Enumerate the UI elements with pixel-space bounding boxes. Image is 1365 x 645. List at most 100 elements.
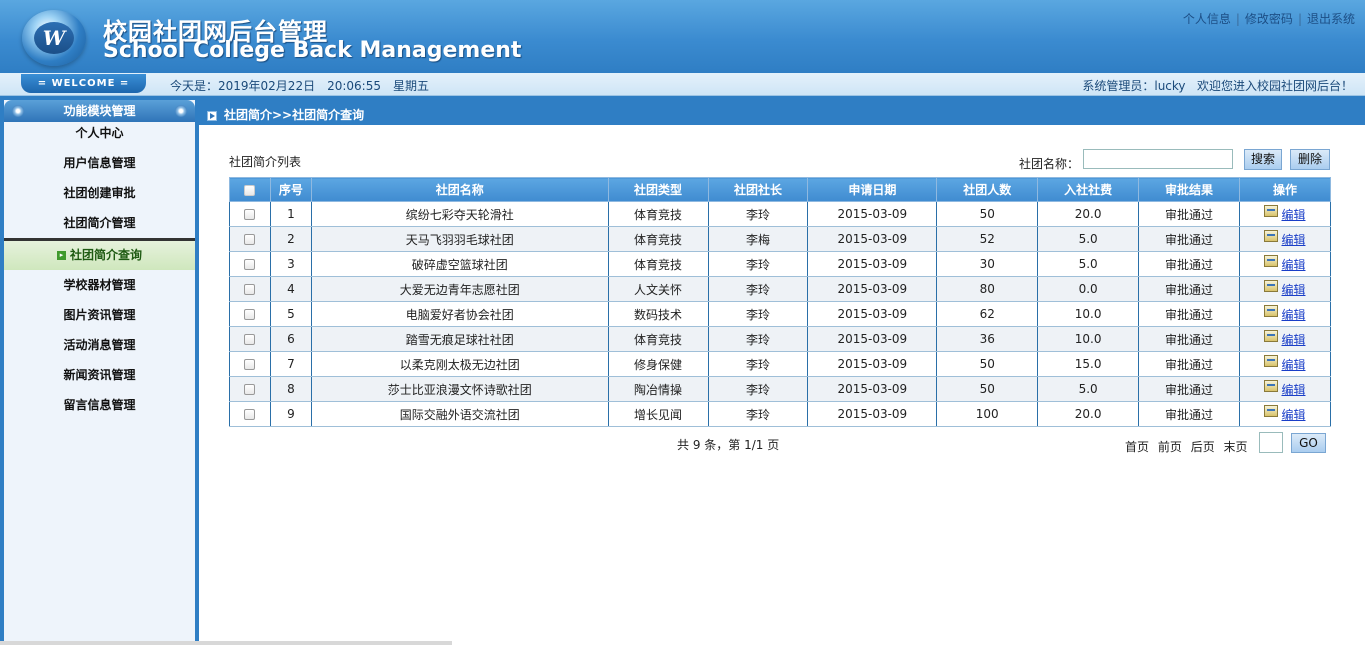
prev-page-link[interactable]: 前页 — [1158, 440, 1182, 454]
column-header: 社团社长 — [707, 177, 809, 202]
edit-icon[interactable] — [1264, 304, 1279, 317]
table-row[interactable]: 7 以柔克刚太极无边社团 修身保健 李玲 2015-03-09 50 15.0 审批通过 编辑 — [229, 351, 1332, 377]
next-page-link[interactable]: 后页 — [1191, 440, 1215, 454]
cell-leader: 李玲 — [707, 376, 809, 402]
sidebar-item-user-management[interactable]: 用户信息管理 — [4, 148, 195, 178]
table-row[interactable]: 2 天马飞羽羽毛球社团 体育竞技 李梅 2015-03-09 52 5.0 审批通过 编辑 — [229, 226, 1332, 252]
cell-status: 审批通过 — [1138, 326, 1240, 352]
cell-actions: 编辑 — [1238, 401, 1332, 427]
sidebar-item-club-approval[interactable]: 社团创建审批 — [4, 178, 195, 208]
table-row[interactable]: 1 缤纷七彩夺天轮滑社 体育竞技 李玲 2015-03-09 50 20.0 审批通过 编辑 — [229, 201, 1332, 227]
row-select-cell — [229, 276, 271, 302]
edit-link[interactable]: 编辑 — [1281, 333, 1305, 347]
row-select-cell — [229, 326, 271, 352]
cell-apply-date: 2015-03-09 — [807, 226, 938, 252]
welcome-message: 欢迎您进入校园社团网后台！ — [1196, 79, 1353, 93]
table-row[interactable]: 9 国际交融外语交流社团 增长见闻 李玲 2015-03-09 100 20.0 审批通过 编辑 — [229, 401, 1332, 427]
sidebar-item-personal-center[interactable]: 个人中心 — [4, 118, 195, 148]
pager-links: 首页 前页 后页 末页 — [1125, 438, 1253, 455]
change-password-link[interactable]: 修改密码 — [1245, 12, 1293, 26]
edit-icon[interactable] — [1264, 329, 1279, 342]
row-checkbox[interactable] — [244, 334, 256, 345]
cell-status: 审批通过 — [1138, 351, 1240, 377]
cell-fee: 10.0 — [1037, 326, 1140, 352]
cell-members: 80 — [936, 276, 1039, 302]
edit-icon[interactable] — [1264, 404, 1279, 417]
cell-status: 审批通过 — [1138, 401, 1240, 427]
cell-members: 50 — [936, 201, 1039, 227]
row-checkbox[interactable] — [244, 309, 256, 320]
row-checkbox[interactable] — [244, 284, 256, 295]
edit-icon[interactable] — [1264, 229, 1279, 242]
search-label: 社团名称： — [1019, 157, 1080, 171]
row-select-cell — [229, 251, 271, 277]
table-row[interactable]: 8 莎士比亚浪漫文怀诗歌社团 陶冶情操 李玲 2015-03-09 50 5.0 审批通过 编辑 — [229, 376, 1332, 402]
edit-link[interactable]: 编辑 — [1281, 208, 1305, 222]
cell-no: 9 — [269, 401, 312, 427]
row-checkbox[interactable] — [244, 234, 256, 245]
cell-fee: 20.0 — [1037, 401, 1140, 427]
profile-link[interactable]: 个人信息 — [1183, 12, 1231, 26]
cell-actions: 编辑 — [1238, 301, 1332, 327]
sidebar-item-news-management[interactable]: 新闻资讯管理 — [4, 360, 195, 390]
cell-club-type: 体育竞技 — [607, 201, 709, 227]
row-checkbox[interactable] — [244, 409, 256, 420]
page-number-input[interactable] — [1259, 432, 1283, 453]
cell-leader: 李玲 — [707, 201, 809, 227]
go-button[interactable]: GO — [1291, 433, 1326, 453]
delete-button[interactable]: 删除 — [1290, 149, 1330, 170]
first-page-link[interactable]: 首页 — [1125, 440, 1149, 454]
edit-link[interactable]: 编辑 — [1281, 408, 1305, 422]
club-name-search-input[interactable] — [1083, 149, 1233, 169]
main-panel: 社团简介>>社团简介查询 社团简介列表 社团名称： 搜索 删除 序号 社团名称 … — [199, 96, 1365, 645]
table-row[interactable]: 3 破碎虚空篮球社团 体育竞技 李玲 2015-03-09 30 5.0 审批通过 编辑 — [229, 251, 1332, 277]
breadcrumb-text: 社团简介>>社团简介查询 — [224, 108, 365, 122]
column-header: 审批结果 — [1138, 177, 1240, 202]
admin-greeting: 系统管理员：lucky 欢迎您进入校园社团网后台！ — [1082, 77, 1353, 94]
cell-apply-date: 2015-03-09 — [807, 326, 938, 352]
cell-fee: 20.0 — [1037, 201, 1140, 227]
edit-icon[interactable] — [1264, 204, 1279, 217]
cell-apply-date: 2015-03-09 — [807, 351, 938, 377]
cell-status: 审批通过 — [1138, 226, 1240, 252]
sidebar-item-club-intro-query[interactable]: ▸ 社团简介查询 — [4, 238, 195, 270]
search-button[interactable]: 搜索 — [1244, 149, 1282, 170]
row-checkbox[interactable] — [244, 259, 256, 270]
edit-link[interactable]: 编辑 — [1281, 258, 1305, 272]
horizontal-scrollbar[interactable] — [0, 641, 452, 645]
edit-icon[interactable] — [1264, 354, 1279, 367]
edit-link[interactable]: 编辑 — [1281, 283, 1305, 297]
cell-fee: 5.0 — [1037, 251, 1140, 277]
last-page-link[interactable]: 末页 — [1224, 440, 1248, 454]
cell-members: 100 — [936, 401, 1039, 427]
edit-icon[interactable] — [1264, 379, 1279, 392]
cell-club-name: 莎士比亚浪漫文怀诗歌社团 — [310, 376, 609, 402]
select-all-checkbox[interactable] — [244, 184, 256, 196]
table-row[interactable]: 5 电脑爱好者协会社团 数码技术 李玲 2015-03-09 62 10.0 审批通过 编辑 — [229, 301, 1332, 327]
row-checkbox[interactable] — [244, 359, 256, 370]
edit-link[interactable]: 编辑 — [1281, 308, 1305, 322]
edit-link[interactable]: 编辑 — [1281, 233, 1305, 247]
info-bar: = WELCOME = 今天是：2019年02月22日 20:06:55 星期五 系… — [0, 73, 1365, 96]
sidebar-item-message-management[interactable]: 留言信息管理 — [4, 390, 195, 420]
edit-link[interactable]: 编辑 — [1281, 383, 1305, 397]
logo-icon: W — [22, 10, 86, 66]
row-checkbox[interactable] — [244, 384, 256, 395]
logout-link[interactable]: 退出系统 — [1307, 12, 1355, 26]
sidebar-item-activity-management[interactable]: 活动消息管理 — [4, 330, 195, 360]
table-row[interactable]: 6 踏雪无痕足球社社团 体育竞技 李玲 2015-03-09 36 10.0 审批通过 编辑 — [229, 326, 1332, 352]
edit-link[interactable]: 编辑 — [1281, 358, 1305, 372]
cell-no: 5 — [269, 301, 312, 327]
cell-club-type: 增长见闻 — [607, 401, 709, 427]
edit-icon[interactable] — [1264, 254, 1279, 267]
cell-leader: 李玲 — [707, 401, 809, 427]
cell-no: 1 — [269, 201, 312, 227]
cell-leader: 李玲 — [707, 326, 809, 352]
sidebar-item-club-intro-management[interactable]: 社团简介管理 — [4, 208, 195, 238]
sidebar-item-equipment-management[interactable]: 学校器材管理 — [4, 270, 195, 300]
edit-icon[interactable] — [1264, 279, 1279, 292]
row-checkbox[interactable] — [244, 209, 256, 220]
table-row[interactable]: 4 大爱无边青年志愿社团 人文关怀 李玲 2015-03-09 80 0.0 审批通过 编辑 — [229, 276, 1332, 302]
sidebar-item-image-news-management[interactable]: 图片资讯管理 — [4, 300, 195, 330]
cell-no: 3 — [269, 251, 312, 277]
